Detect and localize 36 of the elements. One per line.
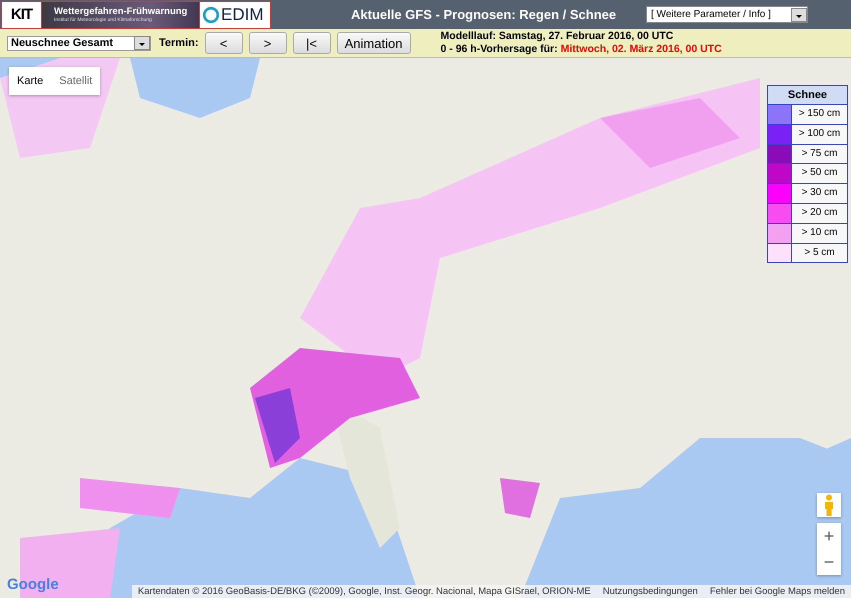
nav-button[interactable]: |< <box>292 32 331 54</box>
dropdown-icon <box>791 8 807 22</box>
legend-label: > 5 cm <box>792 244 847 262</box>
map-type-tab[interactable]: Karte <box>9 67 52 95</box>
map-type-tab[interactable]: Satellit <box>51 67 100 95</box>
legend-label: > 10 cm <box>792 224 847 243</box>
legend-label: > 100 cm <box>792 124 847 144</box>
person-icon <box>823 494 835 516</box>
legend-label: > 30 cm <box>792 184 847 203</box>
zoom-in-button[interactable]: + <box>817 523 841 549</box>
parameter-menu[interactable]: [ Weitere Parameter / Info ] <box>646 6 808 23</box>
nav-button[interactable]: > <box>248 32 287 54</box>
footer-link[interactable]: Fehler bei Google Maps melden <box>704 585 851 598</box>
ring-icon <box>202 6 220 24</box>
animation-button[interactable]: Animation <box>336 32 411 54</box>
legend-label: > 75 cm <box>792 144 847 164</box>
forecast-label: 0 - 96 h-Vorhersage für: <box>440 43 558 56</box>
dropdown-icon <box>134 36 150 50</box>
nav-button[interactable]: < <box>204 32 243 54</box>
zoom-out-button[interactable]: − <box>817 549 841 575</box>
parameter-select[interactable]: Neuschnee Gesamt <box>7 36 151 50</box>
termin-label: Termin: <box>159 37 199 49</box>
kit-logo: KIT <box>2 2 42 28</box>
google-logo: Google <box>7 576 59 593</box>
legend-label: > 150 cm <box>792 105 847 124</box>
legend-label: > 50 cm <box>792 164 847 184</box>
cedim-text: EDIM <box>221 4 264 24</box>
legend-title: Schnee <box>768 86 847 105</box>
footer-link[interactable]: Nutzungsbedingungen <box>596 585 704 598</box>
page-title: Aktuelle GFS - Prognosen: Regen / Schnee <box>351 7 616 22</box>
banner-title: Wettergefahren-Frühwarnung <box>54 6 188 17</box>
legend-label: > 20 cm <box>792 204 847 223</box>
forecast-date: Mittwoch, 02. März 2016, 00 UTC <box>560 43 722 56</box>
pegman-button[interactable] <box>817 493 841 517</box>
model-run-text: Modelllauf: Samstag, 27. Februar 2016, 00 UTC <box>440 30 674 43</box>
attribution-text: Kartendaten © 2016 GeoBasis-DE/BKG (©2009), Google, Inst. Geogr. Nacional, Mapa GISrael, ORION-ME <box>136 585 592 598</box>
